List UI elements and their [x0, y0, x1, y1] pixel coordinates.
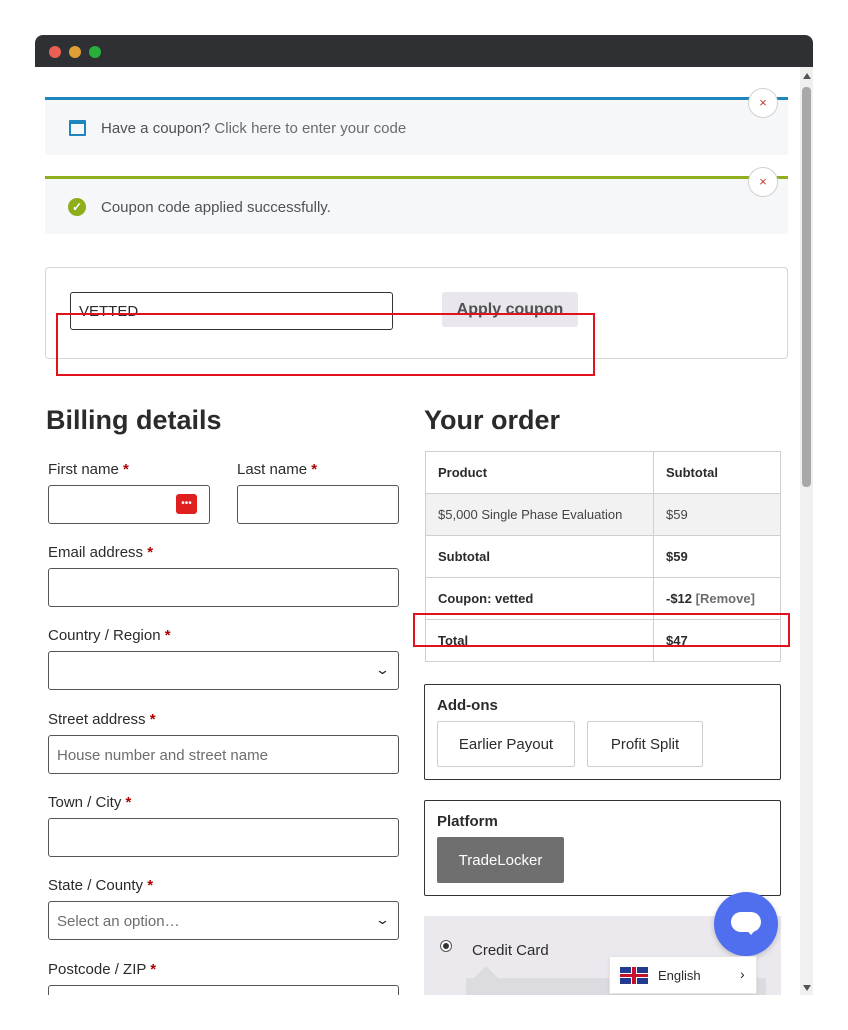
credit-card-label: Credit Card	[472, 942, 549, 959]
chevron-right-icon: ›	[740, 966, 745, 982]
maximize-window-button[interactable]	[89, 46, 101, 58]
chat-button[interactable]	[714, 892, 778, 956]
title-bar	[35, 35, 813, 67]
earlier-payout-button[interactable]: Earlier Payout	[437, 721, 575, 767]
check-circle-icon: ✓	[68, 198, 86, 216]
street-label: Street address *	[48, 711, 156, 728]
country-select[interactable]: ⌄	[48, 651, 399, 690]
last-name-label: Last name *	[237, 461, 318, 478]
language-switcher[interactable]: English ›	[609, 956, 757, 994]
coupon-prompt-notice: Have a coupon? Click here to enter your …	[45, 97, 788, 155]
chevron-down-icon: ⌄	[374, 912, 391, 927]
product-price: $59	[653, 493, 781, 536]
coupon-success-notice: ✓ Coupon code applied successfully.	[45, 176, 788, 234]
billing-title: Billing details	[46, 405, 222, 435]
street-address-input[interactable]: House number and street name	[48, 735, 399, 774]
subtotal-row: Subtotal $59	[425, 535, 781, 578]
tradelocker-button[interactable]: TradeLocker	[437, 837, 564, 883]
coupon-row-highlight-box	[413, 613, 790, 647]
chevron-down-icon: ⌄	[374, 662, 391, 677]
table-row: $5,000 Single Phase Evaluation $59	[425, 493, 781, 536]
scroll-up-icon[interactable]	[803, 73, 811, 79]
city-label: Town / City *	[48, 794, 132, 811]
postcode-label: Postcode / ZIP *	[48, 961, 157, 978]
scroll-down-icon[interactable]	[803, 985, 811, 991]
vertical-scrollbar[interactable]	[800, 67, 813, 995]
order-title: Your order	[424, 405, 561, 435]
profit-split-button[interactable]: Profit Split	[587, 721, 703, 767]
uk-flag-icon	[620, 967, 648, 984]
country-label: Country / Region *	[48, 627, 171, 644]
remove-coupon-link[interactable]: [Remove]	[696, 591, 755, 606]
scroll-thumb[interactable]	[802, 87, 811, 487]
minimize-window-button[interactable]	[69, 46, 81, 58]
platform-title: Platform	[437, 813, 498, 830]
first-name-field[interactable]: •••	[48, 485, 210, 524]
coupon-prompt-text: Have a coupon? Click here to enter your …	[101, 120, 407, 137]
credit-card-radio[interactable]	[440, 940, 452, 952]
email-label: Email address *	[48, 544, 154, 561]
addons-title: Add-ons	[437, 697, 498, 714]
close-window-button[interactable]	[49, 46, 61, 58]
payment-box-arrow	[474, 966, 498, 978]
enter-coupon-link[interactable]: Click here to enter your code	[214, 120, 406, 137]
subtotal-value: $59	[653, 535, 781, 578]
password-manager-icon[interactable]: •••	[176, 494, 197, 514]
postcode-input[interactable]	[48, 985, 399, 995]
header-product: Product	[425, 451, 654, 494]
city-input[interactable]	[48, 818, 399, 857]
state-select[interactable]: Select an option… ⌄	[48, 901, 399, 940]
addons-panel: Add-ons Earlier Payout Profit Split	[424, 684, 781, 780]
header-subtotal: Subtotal	[653, 451, 781, 494]
coupon-highlight-box	[56, 313, 595, 376]
page-content: Have a coupon? Click here to enter your …	[35, 67, 800, 995]
chat-bubble-icon	[731, 912, 761, 935]
coupon-value: -$12	[666, 591, 693, 606]
subtotal-label: Subtotal	[425, 535, 654, 578]
first-name-label: First name *	[48, 461, 129, 478]
language-label: English	[658, 968, 701, 983]
close-icon[interactable]: ×	[748, 88, 778, 118]
calendar-icon	[69, 120, 86, 136]
platform-panel: Platform TradeLocker	[424, 800, 781, 896]
success-message: Coupon code applied successfully.	[101, 199, 331, 216]
close-icon[interactable]: ×	[748, 167, 778, 197]
last-name-field[interactable]	[237, 485, 399, 524]
product-name: $5,000 Single Phase Evaluation	[425, 493, 654, 536]
browser-window: Have a coupon? Click here to enter your …	[35, 35, 813, 995]
table-header-row: Product Subtotal	[425, 451, 781, 494]
state-label: State / County *	[48, 877, 154, 894]
email-field[interactable]	[48, 568, 399, 607]
